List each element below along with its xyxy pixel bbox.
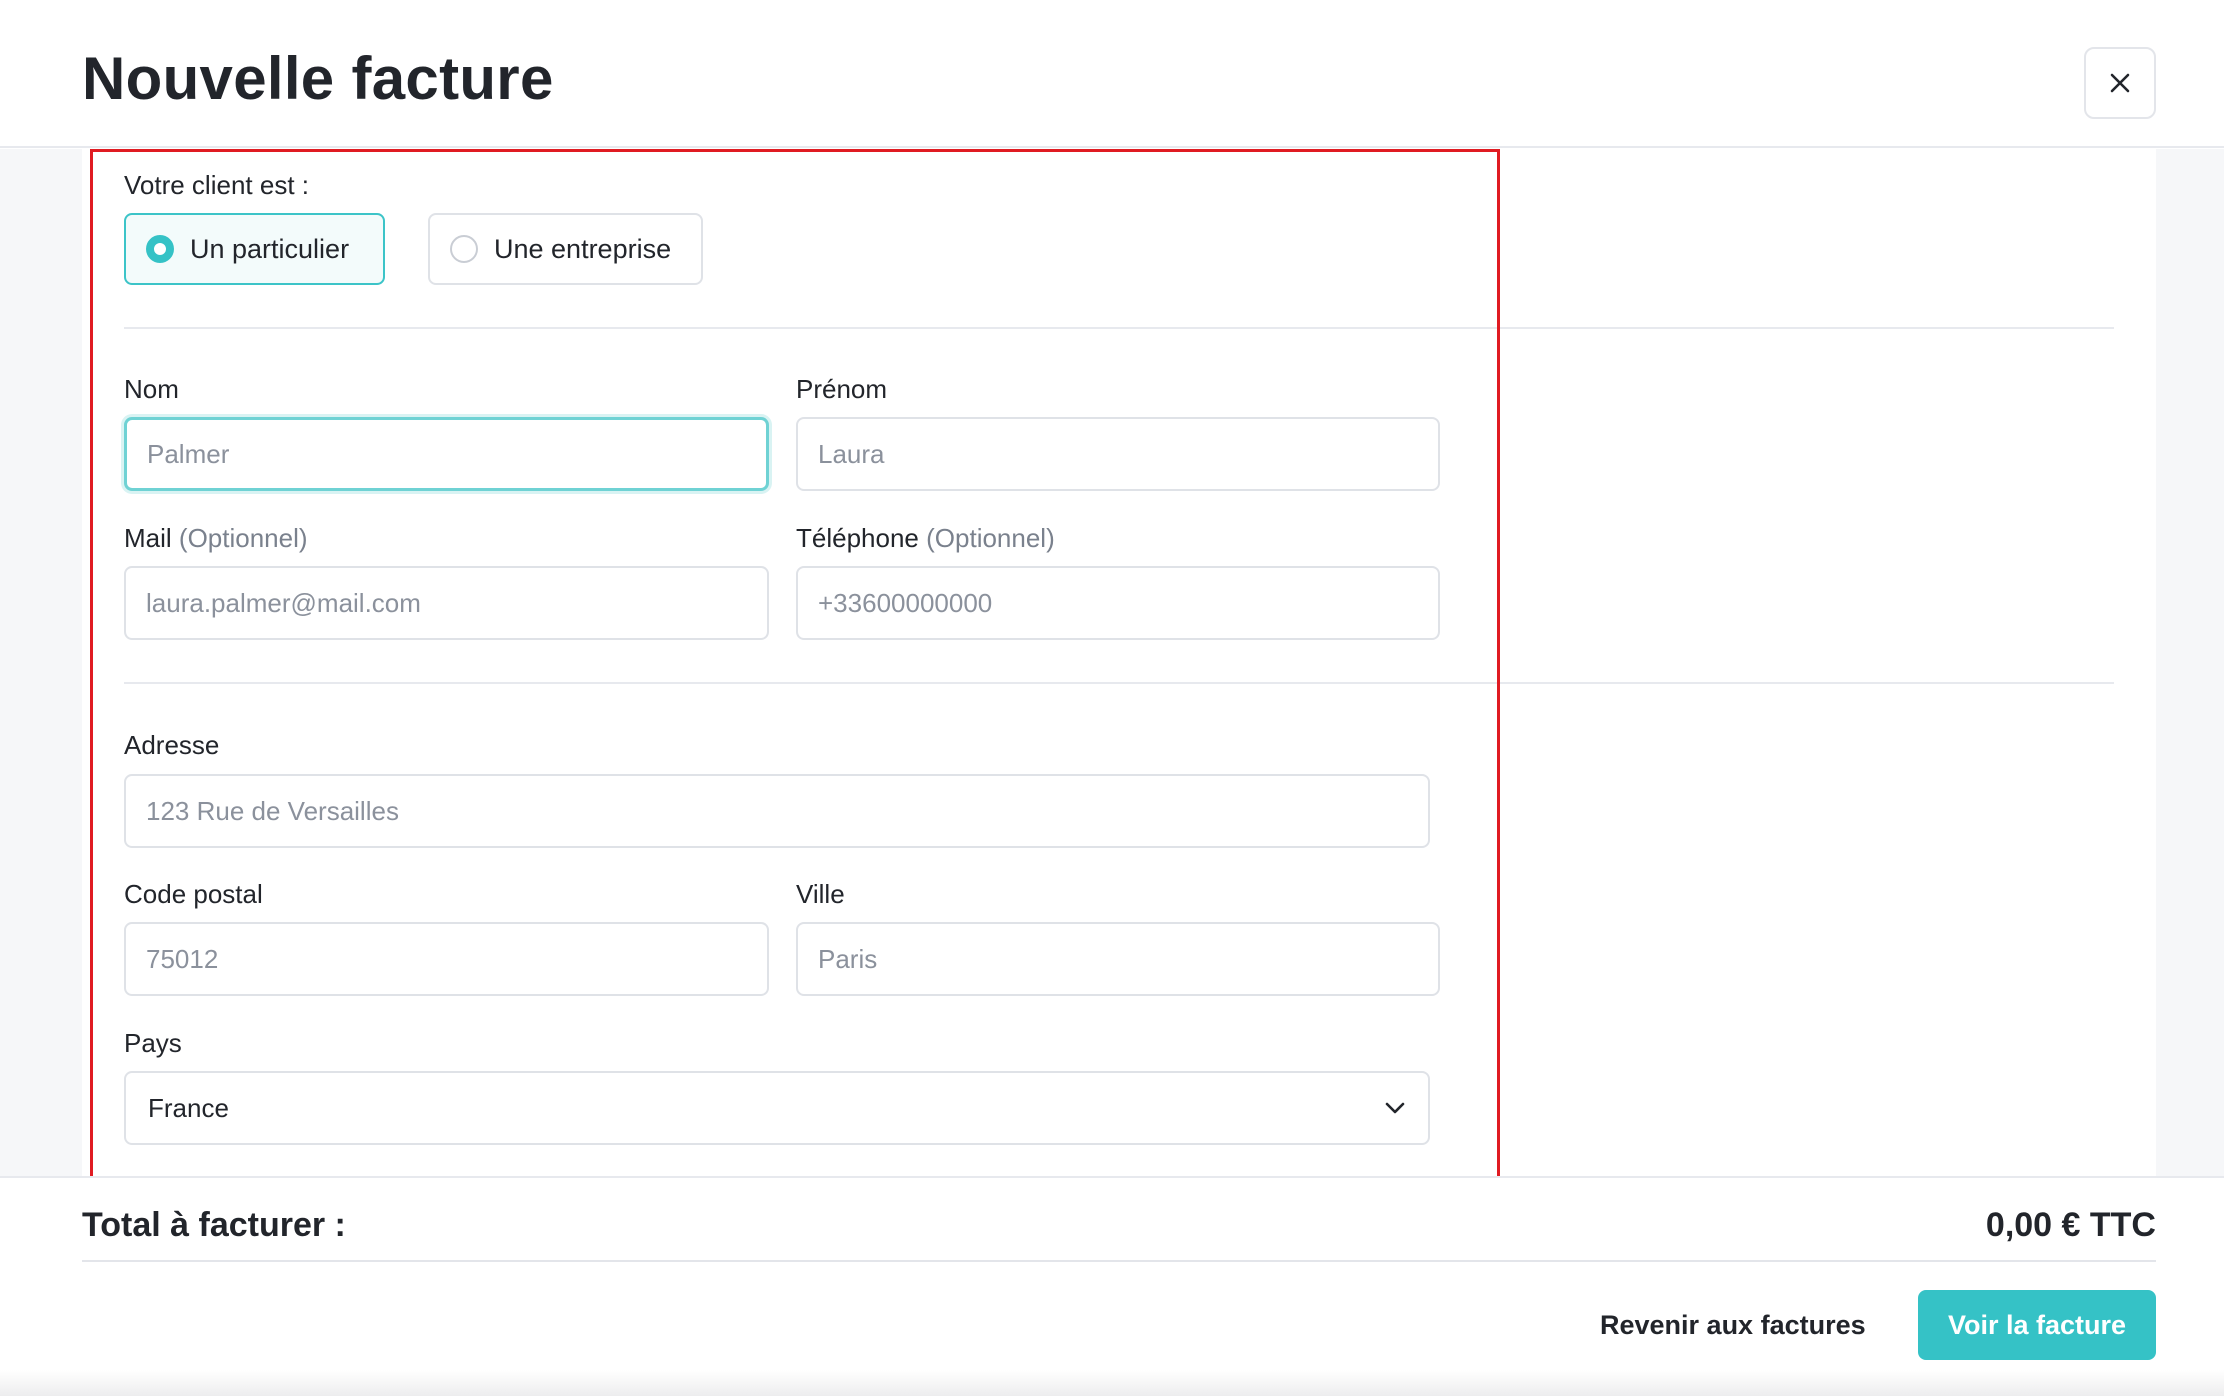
mail-label: Mail (Optionnel) [124,523,308,554]
section-divider [124,327,2114,329]
close-button[interactable] [2084,47,2156,119]
footer-divider [82,1260,2156,1262]
pays-select[interactable]: France [124,1071,1430,1145]
form-panel [82,149,2156,1176]
back-to-invoices-button[interactable]: Revenir aux factures [1580,1290,1886,1360]
telephone-label-text: Téléphone [796,523,919,553]
view-invoice-button[interactable]: Voir la facture [1918,1290,2156,1360]
mail-optional-text: (Optionnel) [178,523,308,553]
radio-entreprise-label: Une entreprise [494,233,672,264]
mail-input[interactable] [124,566,769,640]
ville-input[interactable] [796,922,1440,996]
nom-label: Nom [124,374,179,404]
pays-label: Pays [124,1028,182,1058]
section-divider [124,682,2114,684]
chevron-down-icon [1385,1102,1405,1114]
telephone-label: Téléphone (Optionnel) [796,523,1055,554]
total-label: Total à facturer : [82,1206,346,1244]
close-icon [2110,73,2130,93]
radio-particulier-label: Un particulier [190,233,350,264]
radio-entreprise[interactable]: Une entreprise [428,213,703,285]
nom-input[interactable] [124,417,769,491]
radio-selected-icon [146,235,174,263]
telephone-optional-text: (Optionnel) [926,523,1055,553]
radio-unselected-icon [450,235,478,263]
client-type-label: Votre client est : [124,170,309,200]
telephone-input[interactable] [796,566,1440,640]
code-postal-label: Code postal [124,879,263,909]
bottom-shade [0,1370,2224,1396]
adresse-input[interactable] [124,774,1430,848]
modal-footer: Total à facturer : 0,00 € TTC Revenir au… [0,1176,2224,1396]
code-postal-input[interactable] [124,922,769,996]
pays-select-value: France [148,1092,229,1123]
page-title: Nouvelle facture [82,45,554,112]
total-value: 0,00 € TTC [1985,1206,2156,1244]
form-scroll-area[interactable] [0,149,2224,1176]
mail-label-text: Mail [124,523,172,553]
prenom-input[interactable] [796,417,1440,491]
radio-particulier[interactable]: Un particulier [124,213,385,285]
adresse-label: Adresse [124,730,220,760]
ville-label: Ville [796,879,845,909]
modal-header: Nouvelle facture [0,0,2224,148]
prenom-label: Prénom [796,374,888,404]
